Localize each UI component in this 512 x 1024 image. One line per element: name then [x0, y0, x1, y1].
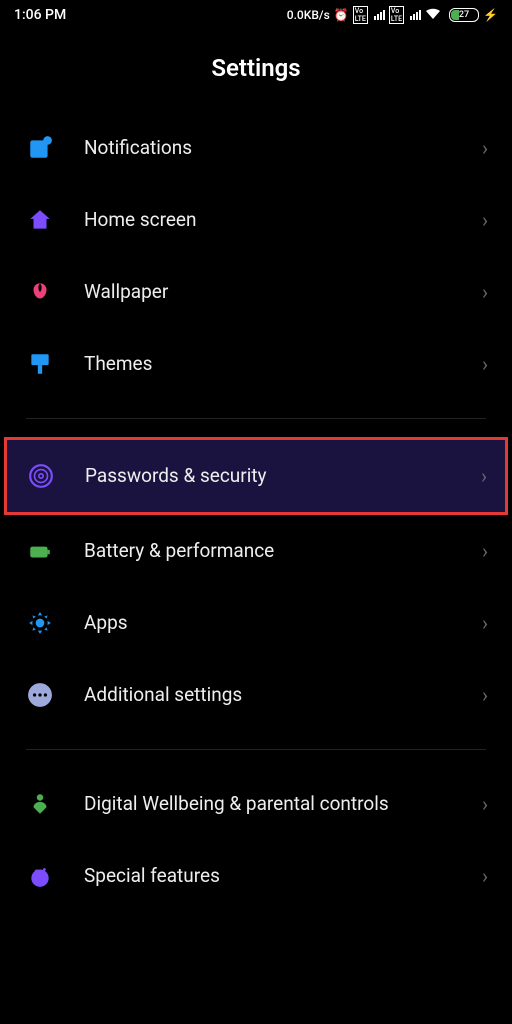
settings-item-additional-settings[interactable]: Additional settings › [6, 659, 506, 731]
special-features-icon [24, 860, 56, 892]
settings-item-label: Special features [84, 864, 454, 888]
settings-item-wallpaper[interactable]: Wallpaper › [6, 256, 506, 328]
settings-item-passwords-security[interactable]: Passwords & security › [4, 437, 508, 515]
settings-item-label: Themes [84, 352, 454, 376]
wallpaper-icon [24, 276, 56, 308]
signal-icon [374, 10, 385, 20]
divider [26, 418, 486, 419]
status-indicators: 0.0KB/s ⏰ VoLTE VoLTE 27 ⚡ [287, 6, 498, 24]
settings-item-label: Apps [84, 611, 454, 635]
settings-item-label: Digital Wellbeing & parental controls [84, 792, 454, 816]
wifi-icon [425, 8, 441, 23]
settings-item-special-features[interactable]: Special features › [6, 840, 506, 912]
divider [26, 749, 486, 750]
settings-item-label: Additional settings [84, 683, 454, 707]
settings-item-label: Home screen [84, 208, 454, 232]
settings-list: Notifications › Home screen › Wallpaper … [0, 112, 512, 912]
chevron-right-icon: › [482, 611, 488, 635]
settings-item-battery-performance[interactable]: Battery & performance › [6, 515, 506, 587]
chevron-right-icon: › [481, 464, 487, 488]
apps-icon [24, 607, 56, 639]
settings-item-home-screen[interactable]: Home screen › [6, 184, 506, 256]
status-time: 1:06 PM [14, 7, 66, 23]
fingerprint-icon [25, 460, 57, 492]
chevron-right-icon: › [482, 280, 488, 304]
settings-item-apps[interactable]: Apps › [6, 587, 506, 659]
chevron-right-icon: › [482, 208, 488, 232]
chevron-right-icon: › [482, 136, 488, 160]
settings-item-label: Wallpaper [84, 280, 454, 304]
more-icon [24, 679, 56, 711]
battery-icon: 27 [449, 8, 479, 22]
charging-icon: ⚡ [483, 8, 498, 22]
chevron-right-icon: › [482, 792, 488, 816]
chevron-right-icon: › [482, 539, 488, 563]
page-title: Settings [0, 30, 512, 112]
settings-item-label: Battery & performance [84, 539, 454, 563]
settings-item-label: Notifications [84, 136, 454, 160]
chevron-right-icon: › [482, 864, 488, 888]
themes-icon [24, 348, 56, 380]
settings-item-label: Passwords & security [85, 464, 453, 488]
status-bar: 1:06 PM 0.0KB/s ⏰ VoLTE VoLTE 27 ⚡ [0, 0, 512, 30]
alarm-icon: ⏰ [334, 8, 349, 22]
volte-icon: VoLTE [389, 6, 404, 24]
battery-perf-icon [24, 535, 56, 567]
notifications-icon [24, 132, 56, 164]
settings-item-themes[interactable]: Themes › [6, 328, 506, 400]
signal-icon [410, 10, 421, 20]
wellbeing-icon [24, 788, 56, 820]
volte-icon: VoLTE [353, 6, 368, 24]
settings-item-digital-wellbeing[interactable]: Digital Wellbeing & parental controls › [6, 768, 506, 840]
chevron-right-icon: › [482, 352, 488, 376]
battery-pct: 27 [459, 10, 469, 20]
home-icon [24, 204, 56, 236]
chevron-right-icon: › [482, 683, 488, 707]
settings-item-notifications[interactable]: Notifications › [6, 112, 506, 184]
network-speed: 0.0KB/s [287, 8, 330, 22]
